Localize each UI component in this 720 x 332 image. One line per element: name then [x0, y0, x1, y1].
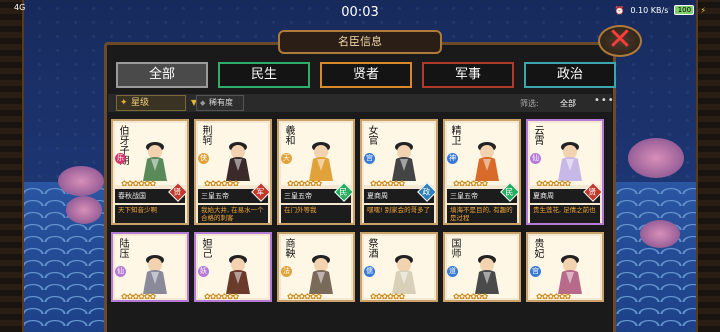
- minister-card[interactable]: 妲己妖 ✿✿✿✿✿✿: [194, 232, 272, 302]
- card-star-rating: ✿✿✿✿✿✿: [287, 292, 322, 301]
- card-trait-badge: 侠: [198, 153, 209, 164]
- card-name: 女官: [366, 125, 377, 145]
- sort-rarity-button[interactable]: 稀有度: [196, 95, 244, 111]
- card-star-rating: ✿✿✿✿✿✿: [204, 179, 239, 188]
- character-figure: [475, 142, 499, 181]
- card-name: 国师: [449, 238, 460, 258]
- card-quote: 在门外等我: [281, 205, 351, 223]
- character-figure: [309, 142, 333, 181]
- character-figure: [558, 142, 582, 181]
- tab-all[interactable]: 全部: [116, 62, 208, 88]
- card-star-rating: ✿✿✿✿✿✿: [204, 292, 239, 301]
- card-quote: 嘿嘿! 别家会的哥多了: [364, 205, 434, 223]
- character-figure: [309, 255, 333, 294]
- minister-card[interactable]: 荆轲侠 ✿✿✿✿✿✿ 三皇五帝军我始大井, 在易水一个合格的刺客: [194, 119, 272, 225]
- sort-star-dropdown[interactable]: 星级: [116, 95, 197, 111]
- card-trait-badge: 道: [447, 266, 458, 277]
- status-bar: 4G 00:03 ⏰ 0.10 KB/s 100 ⚡: [0, 0, 720, 24]
- card-name: 妲己: [200, 238, 211, 258]
- character-figure: [392, 142, 416, 181]
- card-trait-badge: 儒: [364, 266, 375, 277]
- floating-island: [66, 196, 102, 224]
- card-star-rating: ✿✿✿✿✿✿: [121, 292, 156, 301]
- card-name: 羲和: [283, 125, 294, 145]
- filter-value[interactable]: 全部: [560, 98, 576, 109]
- card-star-rating: ✿✿✿✿✿✿: [536, 292, 571, 301]
- left-frame: [0, 0, 24, 332]
- character-figure: [226, 255, 250, 294]
- card-trait-badge: 宫: [364, 153, 375, 164]
- floating-island: [628, 138, 684, 178]
- card-quote: 贵生莲花, 足倩之前也: [530, 205, 600, 223]
- character-figure: [392, 255, 416, 294]
- card-star-rating: ✿✿✿✿✿✿: [121, 179, 156, 188]
- card-star-rating: ✿✿✿✿✿✿: [370, 179, 405, 188]
- card-trait-badge: 宫: [530, 266, 541, 277]
- game-screen: 4G 00:03 ⏰ 0.10 KB/s 100 ⚡ 名臣信息 ✕ 全部 民生 …: [0, 0, 720, 332]
- tab-sage[interactable]: 贤者: [320, 62, 412, 88]
- card-trait-badge: 天: [281, 153, 292, 164]
- card-trait-badge: 仙: [115, 266, 126, 277]
- floating-island: [640, 220, 680, 248]
- card-name: 祭酒: [366, 238, 377, 258]
- card-name: 荆轲: [200, 125, 211, 145]
- charging-icon: ⚡: [700, 5, 706, 15]
- right-frame: [696, 0, 720, 332]
- minister-card[interactable]: 云霄仙 ✿✿✿✿✿✿ 夏商周贤贵生莲花, 足倩之前也: [526, 119, 604, 225]
- minister-card[interactable]: 贵妃宫 ✿✿✿✿✿✿: [526, 232, 604, 302]
- card-name: 陆压: [117, 238, 128, 258]
- card-trait-badge: 妖: [198, 266, 209, 277]
- card-name: 云霄: [532, 125, 543, 145]
- minister-card[interactable]: 商鞅法 ✿✿✿✿✿✿: [277, 232, 355, 302]
- tab-military[interactable]: 军事: [422, 62, 514, 88]
- floating-island: [58, 166, 104, 196]
- status-icons: ⏰ 0.10 KB/s 100 ⚡: [614, 5, 706, 15]
- card-star-rating: ✿✿✿✿✿✿: [453, 179, 488, 188]
- card-star-rating: ✿✿✿✿✿✿: [370, 292, 405, 301]
- ellipsis-icon[interactable]: •••: [594, 95, 615, 106]
- card-trait-badge: 乐: [115, 153, 126, 164]
- minister-card[interactable]: 羲和天 ✿✿✿✿✿✿ 三皇五帝民在门外等我: [277, 119, 355, 225]
- card-quote: 我始大井, 在易水一个合格的刺客: [198, 205, 268, 223]
- card-trait-badge: 神: [447, 153, 458, 164]
- card-trait-badge: 法: [281, 266, 292, 277]
- panel-title: 名臣信息: [278, 30, 442, 54]
- card-star-rating: ✿✿✿✿✿✿: [536, 179, 571, 188]
- character-figure: [226, 142, 250, 181]
- character-figure: [143, 255, 167, 294]
- minister-card[interactable]: 伯牙子期乐 ✿✿✿✿✿✿ 春秋战国贤天下知音少啊: [111, 119, 189, 225]
- minister-card[interactable]: 祭酒儒 ✿✿✿✿✿✿: [360, 232, 438, 302]
- minister-card[interactable]: 陆压仙 ✿✿✿✿✿✿: [111, 232, 189, 302]
- card-quote: 天下知音少啊: [115, 205, 185, 223]
- character-figure: [558, 255, 582, 294]
- card-name: 精卫: [449, 125, 460, 145]
- close-icon: ✕: [607, 22, 633, 57]
- tab-politics[interactable]: 政治: [524, 62, 616, 88]
- category-tabs: 全部 民生 贤者 军事 政治: [116, 62, 616, 88]
- character-figure: [475, 255, 499, 294]
- minister-card[interactable]: 精卫神 ✿✿✿✿✿✿ 三皇五帝民填海不是目的, 有趣的是过程: [443, 119, 521, 225]
- card-quote: 填海不是目的, 有趣的是过程: [447, 205, 517, 223]
- card-name: 商鞅: [283, 238, 294, 258]
- card-trait-badge: 仙: [530, 153, 541, 164]
- alarm-icon: ⏰: [614, 5, 625, 15]
- minister-card[interactable]: 国师道 ✿✿✿✿✿✿: [443, 232, 521, 302]
- card-star-rating: ✿✿✿✿✿✿: [287, 179, 322, 188]
- clock: 00:03: [341, 5, 379, 20]
- minister-card[interactable]: 女官宫 ✿✿✿✿✿✿ 夏商周政嘿嘿! 别家会的哥多了: [360, 119, 438, 225]
- filter-label: 筛选:: [520, 99, 539, 108]
- character-figure: [143, 142, 167, 181]
- card-name: 贵妃: [532, 238, 543, 258]
- card-star-rating: ✿✿✿✿✿✿: [453, 292, 488, 301]
- battery-icon: 100: [674, 5, 695, 15]
- network-speed: 0.10 KB/s: [630, 5, 669, 15]
- tab-livelihood[interactable]: 民生: [218, 62, 310, 88]
- close-button[interactable]: ✕: [598, 25, 642, 57]
